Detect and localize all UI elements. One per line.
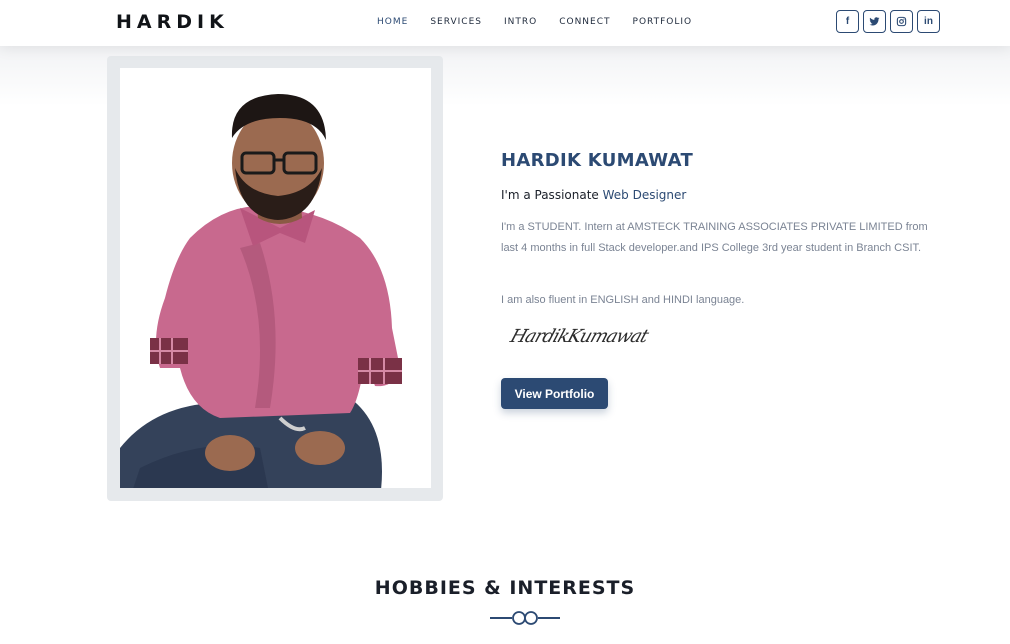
brand-logo[interactable]: HARDIK — [116, 11, 229, 33]
about-paragraph-2: I am also fluent in ENGLISH and HINDI la… — [501, 294, 745, 306]
linkedin-icon: in — [924, 16, 933, 27]
navbar: HARDIK HOME SERVICES INTRO CONNECT PORTF… — [0, 0, 1010, 46]
view-portfolio-button[interactable]: View Portfolio — [501, 378, 608, 409]
social-links: f in — [836, 10, 940, 33]
nav-portfolio[interactable]: PORTFOLIO — [633, 17, 693, 27]
nav-connect[interactable]: CONNECT — [559, 17, 610, 27]
about-paragraph-1: I'm a STUDENT. Intern at AMSTECK TRAININ… — [501, 221, 928, 254]
facebook-icon: f — [845, 16, 850, 27]
profile-photo — [120, 68, 431, 488]
person-illustration — [120, 94, 402, 488]
twitter-button[interactable] — [863, 10, 886, 33]
instagram-button[interactable] — [890, 10, 913, 33]
nav-intro[interactable]: INTRO — [504, 17, 537, 27]
nav-services[interactable]: SERVICES — [430, 17, 482, 27]
tagline-prefix: I'm a Passionate — [501, 188, 603, 202]
section-divider-icon — [490, 611, 560, 625]
facebook-button[interactable]: f — [836, 10, 859, 33]
about-tagline: I'm a Passionate Web Designer — [501, 188, 686, 202]
about-name: HARDIK KUMAWAT — [501, 150, 694, 171]
nav-menu: HOME SERVICES INTRO CONNECT PORTFOLIO — [377, 17, 714, 27]
twitter-icon — [869, 17, 880, 26]
nav-home[interactable]: HOME — [377, 17, 408, 27]
signature: HardikKumawat — [507, 326, 651, 347]
tagline-highlight: Web Designer — [602, 188, 687, 202]
linkedin-button[interactable]: in — [917, 10, 940, 33]
instagram-icon — [896, 16, 907, 27]
hobbies-title: HOBBIES & INTERESTS — [374, 577, 636, 599]
profile-photo-frame — [107, 56, 443, 501]
